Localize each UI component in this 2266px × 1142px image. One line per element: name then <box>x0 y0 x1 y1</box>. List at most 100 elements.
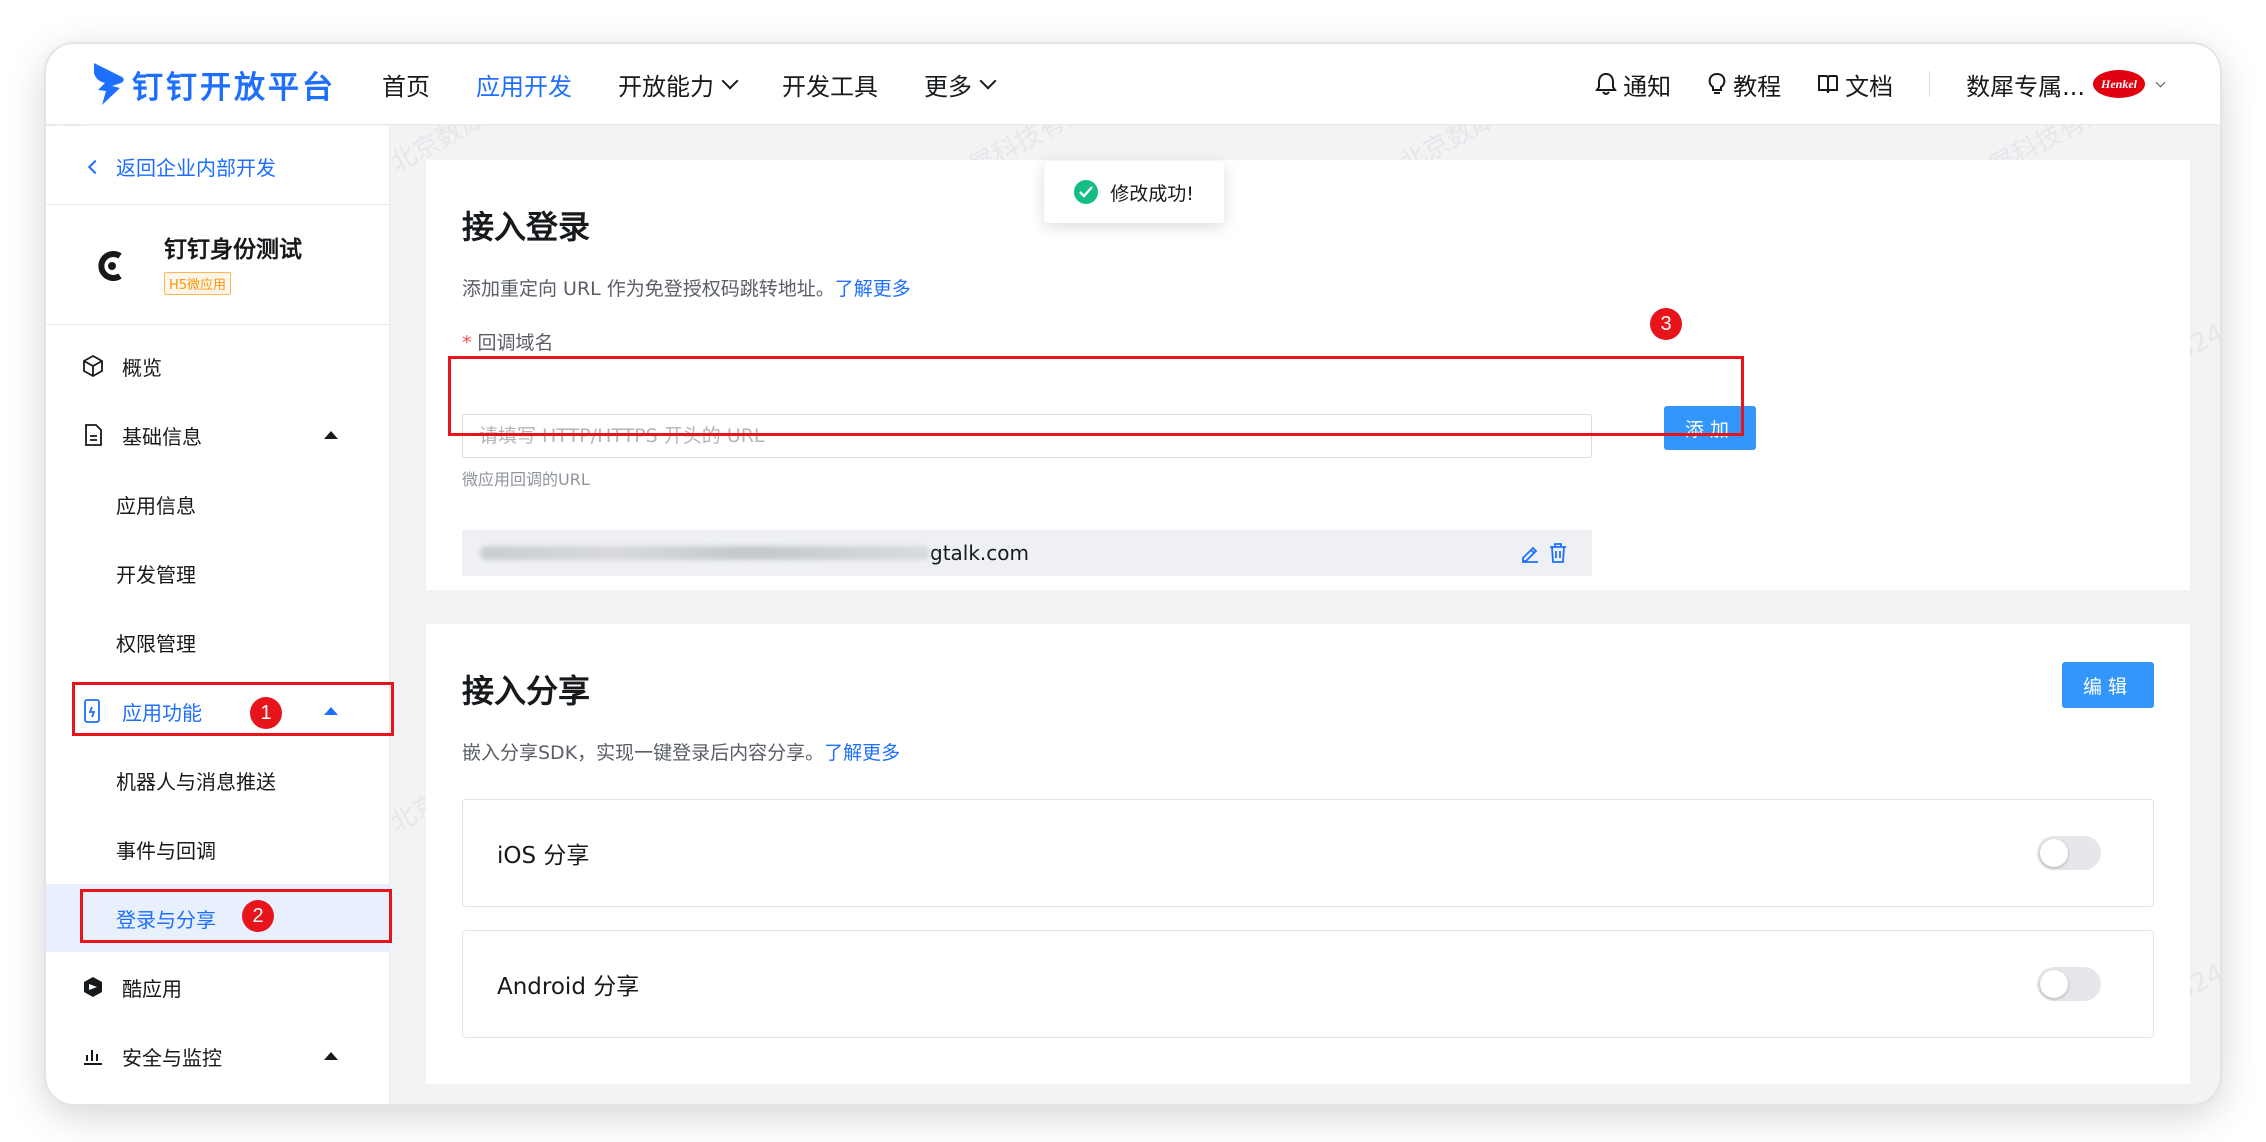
org-logo: Henkel <box>2093 70 2145 98</box>
url-row-actions <box>1512 542 1568 564</box>
annotation-badge-3: 3 <box>1650 308 1682 340</box>
app-logo-icon <box>98 251 122 281</box>
check-circle-icon <box>1074 180 1099 204</box>
tutorial-label: 教程 <box>1733 72 1782 101</box>
cool-app-icon <box>80 974 106 1000</box>
chevron-down-icon <box>721 72 739 90</box>
nav-item-app-dev[interactable]: 应用开发 <box>476 67 572 102</box>
callback-url-text: gtalk.com <box>930 541 1030 565</box>
caret-up-icon <box>324 707 338 715</box>
sidebar-item-security[interactable]: 安全与监控 <box>46 1022 390 1090</box>
back-to-internal-dev-link[interactable]: 返回企业内部开发 <box>87 152 276 181</box>
nav-item-capabilities[interactable]: 开放能力 <box>618 67 739 102</box>
top-navbar: 钉钉开放平台 首页 应用开发 开放能力 开发工具 更多 通知 教程 文档 数犀专… <box>46 44 2220 125</box>
android-share-row: Android 分享 <box>462 930 2154 1038</box>
nav-item-label: 开放能力 <box>618 72 714 101</box>
sidebar-item-login-share[interactable]: 登录与分享 <box>46 884 390 952</box>
app-window: 北京数犀科技有限公司 北京数犀科技有限公司 北京数犀科技有限公司 北京数犀科技有… <box>46 44 2220 1104</box>
sidebar-item-label: 机器人与消息推送 <box>116 769 276 794</box>
share-description: 嵌入分享SDK，实现一键登录后内容分享。了解更多 <box>462 738 900 765</box>
nav-divider <box>1929 71 1931 97</box>
sidebar-item-label: 酷应用 <box>122 976 182 1001</box>
share-section: 接入分享 编辑 嵌入分享SDK，实现一键登录后内容分享。了解更多 iOS 分享 … <box>426 624 2190 1084</box>
success-toast: 修改成功! <box>1044 161 1224 223</box>
sidebar-divider <box>46 204 390 205</box>
sidebar-item-basic-info[interactable]: 基础信息 <box>46 401 390 469</box>
brand-logo[interactable]: 钉钉开放平台 <box>90 61 336 107</box>
login-desc-text: 添加重定向 URL 作为免登授权码跳转地址。 <box>462 278 835 300</box>
sidebar-item-label: 权限管理 <box>116 631 196 656</box>
sidebar-item-robot[interactable]: 机器人与消息推送 <box>46 746 390 814</box>
chevron-left-icon <box>87 159 103 174</box>
app-info: 钉钉身份测试 H5微应用 <box>164 230 302 295</box>
ios-share-row: iOS 分享 <box>462 799 2154 907</box>
nav-item-label: 更多 <box>924 72 972 101</box>
nav-item-home[interactable]: 首页 <box>382 67 430 102</box>
chevron-down-icon <box>979 72 997 90</box>
sidebar-item-events[interactable]: 事件与回调 <box>46 815 390 883</box>
chevron-down-icon <box>2155 77 2166 87</box>
sidebar-item-app-features[interactable]: 应用功能 <box>46 677 390 745</box>
login-title: 接入登录 <box>462 208 591 246</box>
sidebar-item-overview[interactable]: 概览 <box>46 332 390 400</box>
add-url-button[interactable]: 添加 <box>1664 406 1756 450</box>
sidebar-divider <box>46 324 390 325</box>
edit-share-button[interactable]: 编辑 <box>2062 662 2154 708</box>
org-switcher[interactable]: 数犀专属... Henkel <box>1966 67 2166 102</box>
caret-up-icon <box>324 1052 338 1060</box>
callback-url-hint: 微应用回调的URL <box>462 470 590 489</box>
dingtalk-logo-icon <box>94 63 124 105</box>
main-nav: 首页 应用开发 开放能力 开发工具 更多 <box>382 67 1040 102</box>
sidebar-item-label: 概览 <box>122 355 162 380</box>
docs-label: 文档 <box>1845 72 1894 101</box>
android-share-toggle[interactable] <box>2037 967 2101 1001</box>
sidebar-item-label: 开发管理 <box>116 562 196 587</box>
callback-url-input[interactable] <box>462 414 1592 458</box>
book-icon <box>1818 75 1839 94</box>
sidebar-item-label: 基础信息 <box>122 424 202 449</box>
required-mark: * <box>462 332 472 354</box>
bulb-icon <box>1708 73 1726 94</box>
back-link-label: 返回企业内部开发 <box>116 156 276 180</box>
ios-share-label: iOS 分享 <box>497 843 590 869</box>
nav-item-label: 应用开发 <box>476 72 572 101</box>
callback-domain-label: * 回调域名 <box>462 328 554 355</box>
org-name: 数犀专属... <box>1966 72 2085 101</box>
sidebar-item-label: 事件与回调 <box>116 838 216 863</box>
callback-domain-label-text: 回调域名 <box>477 332 554 354</box>
sidebar-item-dev-manage[interactable]: 开发管理 <box>46 539 390 607</box>
sidebar: 返回企业内部开发 钉钉身份测试 H5微应用 概览 基础信息 应用信息 开发管理 … <box>46 126 390 1104</box>
nav-item-more[interactable]: 更多 <box>924 67 997 102</box>
sidebar-item-label: 登录与分享 <box>116 907 216 932</box>
login-section: 接入登录 添加重定向 URL 作为免登授权码跳转地址。了解更多 *回调域名 添加… <box>426 160 2190 590</box>
sidebar-item-permission[interactable]: 权限管理 <box>46 608 390 676</box>
login-description: 添加重定向 URL 作为免登授权码跳转地址。了解更多 <box>462 274 911 301</box>
notify-link[interactable]: 通知 <box>1595 67 1671 102</box>
callback-url-row: gtalk.com <box>462 530 1592 576</box>
sidebar-item-label: 应用功能 <box>122 700 202 725</box>
nav-item-label: 开发工具 <box>782 72 878 101</box>
login-learn-more-link[interactable]: 了解更多 <box>835 278 911 300</box>
sidebar-item-cool-app[interactable]: 酷应用 <box>46 953 390 1021</box>
sidebar-item-label: 应用信息 <box>116 493 196 518</box>
app-name: 钉钉身份测试 <box>164 237 302 263</box>
delete-icon[interactable] <box>1548 542 1568 564</box>
app-type-badge: H5微应用 <box>164 272 232 295</box>
annotation-badge-1: 1 <box>250 697 282 729</box>
notify-label: 通知 <box>1623 72 1672 101</box>
docs-link[interactable]: 文档 <box>1817 67 1893 102</box>
sidebar-item-app-info[interactable]: 应用信息 <box>46 470 390 538</box>
nav-right: 通知 教程 文档 数犀专属... Henkel <box>1559 67 2166 102</box>
bar-chart-icon <box>80 1043 106 1069</box>
share-learn-more-link[interactable]: 了解更多 <box>824 742 900 764</box>
share-desc-text: 嵌入分享SDK，实现一键登录后内容分享。 <box>462 742 825 764</box>
edit-icon[interactable] <box>1520 543 1540 563</box>
annotation-badge-2: 2 <box>242 900 274 932</box>
nav-item-label: 首页 <box>382 72 430 101</box>
app-feature-icon <box>80 698 106 724</box>
cube-icon <box>80 353 106 379</box>
android-share-label: Android 分享 <box>497 974 640 1000</box>
tutorial-link[interactable]: 教程 <box>1707 67 1781 102</box>
nav-item-dev-tools[interactable]: 开发工具 <box>782 67 878 102</box>
ios-share-toggle[interactable] <box>2037 836 2101 870</box>
